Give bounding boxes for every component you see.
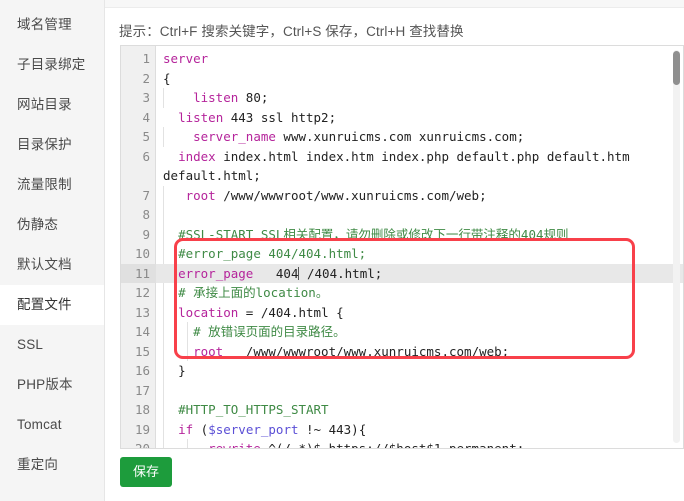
line-number: 17 bbox=[134, 382, 150, 398]
line-number: 18 bbox=[134, 402, 150, 417]
line-content[interactable]: error_page 404 /404.html; bbox=[156, 264, 683, 284]
save-button[interactable]: 保存 bbox=[120, 457, 172, 487]
line-content[interactable]: if ($server_port !~ 443){ bbox=[156, 419, 683, 440]
line-content[interactable]: server bbox=[156, 49, 683, 69]
line-number: 16 bbox=[134, 363, 150, 378]
site-settings-sidebar: 域名管理 子目录绑定 网站目录 目录保护 流量限制 伪静态 默认文档 配置文件 … bbox=[0, 0, 105, 501]
code-lines-container[interactable]: 1 server 2 { 3 listen 80; 4 listen 443 s… bbox=[121, 46, 683, 448]
sidebar-item-label: 伪静态 bbox=[17, 217, 59, 232]
line-content[interactable]: } bbox=[156, 361, 683, 381]
code-line[interactable]: 1 server bbox=[121, 49, 683, 69]
line-number: 6 bbox=[142, 148, 150, 164]
sidebar-item-dir-protect[interactable]: 目录保护 bbox=[0, 125, 104, 165]
sidebar-item-redirect[interactable]: 重定向 bbox=[0, 445, 104, 485]
sidebar-item-label: 配置文件 bbox=[17, 297, 72, 312]
shortcut-hint-text: 提示：Ctrl+F 搜索关键字，Ctrl+S 保存，Ctrl+H 查找替换 bbox=[119, 24, 464, 39]
line-number: 8 bbox=[142, 207, 150, 222]
sidebar-item-label: Tomcat bbox=[17, 417, 62, 432]
line-content[interactable] bbox=[156, 205, 683, 225]
code-line[interactable]: 5 server_name www.xunruicms.com xunruicm… bbox=[121, 127, 683, 147]
sidebar-item-label: 目录保护 bbox=[17, 137, 72, 152]
line-number: 10 bbox=[134, 246, 150, 261]
line-number: 5 bbox=[142, 129, 150, 144]
line-number: 9 bbox=[142, 226, 150, 242]
vertical-scrollbar-track[interactable] bbox=[673, 50, 680, 443]
line-content[interactable]: location = /404.html { bbox=[156, 302, 683, 323]
sidebar-item-ssl[interactable]: SSL bbox=[0, 325, 104, 365]
line-content[interactable]: root /www/wwwroot/www.xunruicms.com/web; bbox=[156, 185, 683, 206]
code-line[interactable]: 18 #HTTP_TO_HTTPS_START bbox=[121, 400, 683, 420]
code-line[interactable]: 20 rewrite ^(/.*)$ https://$host$1 perma… bbox=[121, 439, 683, 449]
sidebar-item-domain-manage[interactable]: 域名管理 bbox=[0, 5, 104, 45]
vertical-scrollbar-thumb[interactable] bbox=[673, 51, 680, 85]
sidebar-item-tomcat[interactable]: Tomcat bbox=[0, 405, 104, 445]
code-line[interactable]: 10 #error_page 404/404.html; bbox=[121, 244, 683, 264]
sidebar-item-default-doc[interactable]: 默认文档 bbox=[0, 245, 104, 285]
config-file-page: 域名管理 子目录绑定 网站目录 目录保护 流量限制 伪静态 默认文档 配置文件 … bbox=[0, 0, 684, 501]
line-content[interactable]: # 放错误页面的目录路径。 bbox=[156, 322, 683, 342]
sidebar-item-label: 重定向 bbox=[17, 457, 59, 472]
sidebar-item-label: 默认文档 bbox=[17, 257, 72, 272]
sidebar-item-php-version[interactable]: PHP版本 bbox=[0, 365, 104, 405]
line-content[interactable]: #HTTP_TO_HTTPS_START bbox=[156, 400, 683, 420]
line-content[interactable]: # 承接上面的location。 bbox=[156, 283, 683, 303]
sidebar-item-label: SSL bbox=[17, 337, 44, 352]
sidebar-item-traffic-limit[interactable]: 流量限制 bbox=[0, 165, 104, 205]
line-content[interactable]: { bbox=[156, 69, 683, 89]
line-number: 7 bbox=[142, 187, 150, 203]
code-line[interactable]: 15 root /www/wwwroot/www.xunruicms.com/w… bbox=[121, 341, 683, 362]
line-content[interactable]: index index.html index.htm index.php def… bbox=[156, 147, 683, 186]
code-line[interactable]: 8 bbox=[121, 205, 683, 225]
code-line[interactable]: 17 bbox=[121, 380, 683, 401]
sidebar-item-label: 流量限制 bbox=[17, 177, 72, 192]
sidebar-item-config-file[interactable]: 配置文件 bbox=[0, 285, 104, 325]
sidebar-item-rewrite[interactable]: 伪静态 bbox=[0, 205, 104, 245]
sidebar-item-subdir-bind[interactable]: 子目录绑定 bbox=[0, 45, 104, 85]
config-code-editor[interactable]: 1 server 2 { 3 listen 80; 4 listen 443 s… bbox=[120, 45, 684, 449]
line-content[interactable]: server_name www.xunruicms.com xunruicms.… bbox=[156, 127, 683, 147]
line-content[interactable]: #SSL-START SSL相关配置，请勿删除或修改下一行带注释的404规则 bbox=[156, 224, 683, 245]
sidebar-item-label: 网站目录 bbox=[17, 97, 72, 112]
sidebar-item-site-directory[interactable]: 网站目录 bbox=[0, 85, 104, 125]
code-line[interactable]: 19 if ($server_port !~ 443){ bbox=[121, 419, 683, 440]
line-content[interactable]: listen 443 ssl http2; bbox=[156, 108, 683, 128]
line-number: 4 bbox=[142, 109, 150, 125]
code-line[interactable]: 12 # 承接上面的location。 bbox=[121, 283, 683, 303]
code-line[interactable]: 3 listen 80; bbox=[121, 88, 683, 108]
panel-top-strip bbox=[105, 0, 684, 8]
line-number: 1 bbox=[142, 51, 150, 66]
line-number: 13 bbox=[134, 304, 150, 320]
code-line[interactable]: 9 #SSL-START SSL相关配置，请勿删除或修改下一行带注释的404规则 bbox=[121, 224, 683, 245]
line-content[interactable] bbox=[156, 380, 683, 401]
line-content[interactable]: rewrite ^(/.*)$ https://$host$1 permanen… bbox=[156, 439, 683, 448]
line-content[interactable]: root /www/wwwroot/www.xunruicms.com/web; bbox=[156, 341, 683, 362]
sidebar-item-label: 子目录绑定 bbox=[17, 57, 86, 72]
code-line[interactable]: 13 location = /404.html { bbox=[121, 302, 683, 323]
code-line[interactable]: 7 root /www/wwwroot/www.xunruicms.com/we… bbox=[121, 185, 683, 206]
code-line[interactable]: 16 } bbox=[121, 361, 683, 381]
line-number: 19 bbox=[134, 421, 150, 437]
code-line[interactable]: 14 # 放错误页面的目录路径。 bbox=[121, 322, 683, 342]
config-file-main-panel: 提示：Ctrl+F 搜索关键字，Ctrl+S 保存，Ctrl+H 查找替换 1 … bbox=[105, 0, 684, 501]
line-number: 15 bbox=[134, 343, 150, 359]
line-number: 20 bbox=[134, 441, 150, 449]
line-number: 14 bbox=[134, 324, 150, 339]
code-line[interactable]: 2 { bbox=[121, 69, 683, 89]
line-number: 2 bbox=[142, 70, 150, 86]
line-number: 12 bbox=[134, 285, 150, 300]
code-line[interactable]: 4 listen 443 ssl http2; bbox=[121, 108, 683, 128]
line-number: 3 bbox=[142, 90, 150, 105]
line-number: 11 bbox=[121, 263, 156, 283]
line-content[interactable]: #error_page 404/404.html; bbox=[156, 244, 683, 264]
sidebar-item-label: 域名管理 bbox=[17, 17, 72, 32]
sidebar-item-label: PHP版本 bbox=[17, 377, 73, 392]
code-line-active[interactable]: 11 error_page 404 /404.html; bbox=[121, 263, 683, 284]
line-content[interactable]: listen 80; bbox=[156, 88, 683, 108]
code-line[interactable]: 6 index index.html index.htm index.php d… bbox=[121, 147, 683, 186]
